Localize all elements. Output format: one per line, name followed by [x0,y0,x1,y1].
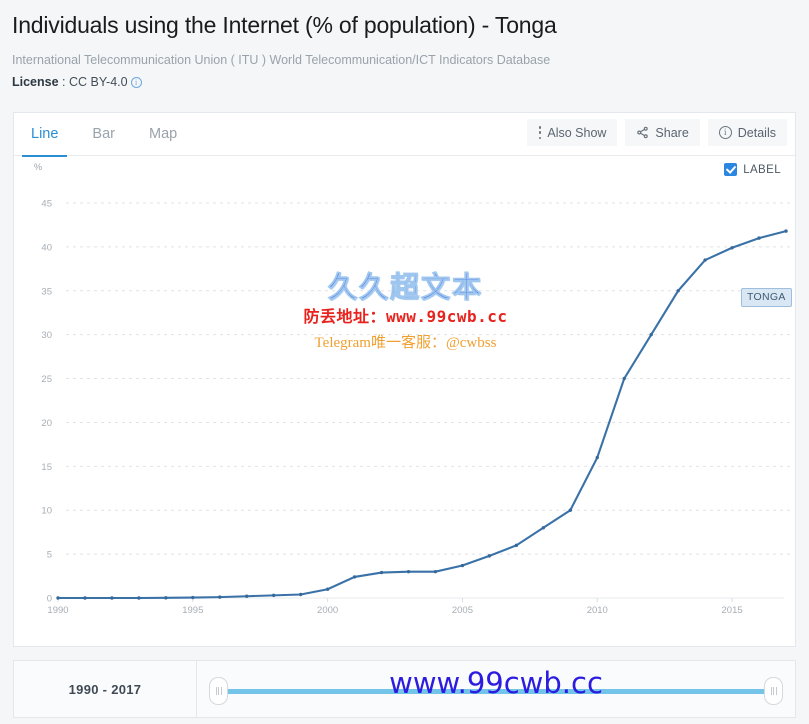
svg-text:2010: 2010 [587,605,608,616]
chart-toolbar: Line Bar Map Also Show Share i Details [14,113,795,157]
y-axis-ticks: 0 5 10 15 20 25 30 35 40 45 [41,199,52,605]
series-line-tonga [58,230,787,600]
svg-text:2000: 2000 [317,605,338,616]
tab-map[interactable]: Map [132,113,194,156]
time-range-slider[interactable]: www.99cwb.cc [196,660,795,718]
time-range-footer: 1990 - 2017 www.99cwb.cc [13,660,796,718]
svg-text:40: 40 [41,242,52,253]
details-label: Details [737,125,776,140]
svg-text:10: 10 [41,506,52,517]
svg-text:25: 25 [41,374,52,385]
details-button[interactable]: i Details [707,119,787,146]
svg-text:2015: 2015 [722,605,743,616]
tab-bar[interactable]: Bar [75,113,132,156]
info-circle-icon: i [718,126,732,139]
page-header: Individuals using the Internet (% of pop… [0,0,809,90]
svg-text:45: 45 [41,199,52,210]
license-value[interactable]: CC BY-4.0 [69,75,128,89]
series-points-tonga [56,229,788,600]
share-label: Share [655,125,689,140]
x-axis-ticks: 1990 1995 2000 2005 2010 2015 [47,598,743,616]
license-label: License [12,75,59,89]
svg-text:1995: 1995 [182,605,203,616]
slider-track[interactable] [225,689,767,694]
info-icon[interactable]: i [130,77,142,88]
range-start-handle[interactable] [209,677,228,705]
chart-type-tabs: Line Bar Map [14,113,194,157]
also-show-label: Also Show [547,125,607,140]
tab-line[interactable]: Line [14,113,75,157]
svg-text:0: 0 [47,594,52,605]
svg-text:5: 5 [47,550,52,561]
data-source-text: International Telecommunication Union ( … [12,53,551,67]
license-line: License : CC BY-4.0 i [12,74,797,90]
watermark-footer: www.99cwb.cc [389,666,603,700]
share-button[interactable]: Share [625,119,700,146]
svg-text:2005: 2005 [452,605,473,616]
share-icon [636,126,649,139]
chart-page: Individuals using the Internet (% of pop… [0,0,809,724]
chart-plot-area: % LABEL 0 5 10 15 20 25 30 35 40 45 1990 1995 2000 2… [14,156,797,646]
toolbar-actions: Also Show Share i Details [527,119,787,146]
series-badge-tonga[interactable]: TONGA [741,288,792,308]
svg-text:15: 15 [41,462,52,473]
svg-text:35: 35 [41,286,52,297]
chart-card: Line Bar Map Also Show Share i Details %… [13,112,796,647]
license-separator: : [58,75,69,89]
gridlines-group [66,202,794,555]
line-chart-svg: 0 5 10 15 20 25 30 35 40 45 1990 1995 2000 2005 2010 2… [41,199,794,616]
also-show-button[interactable]: Also Show [527,119,618,146]
page-title: Individuals using the Internet (% of pop… [12,12,557,38]
kebab-menu-icon [538,126,542,139]
range-end-handle[interactable] [764,677,783,705]
svg-text:1990: 1990 [47,605,68,616]
svg-text:30: 30 [41,330,52,341]
svg-text:20: 20 [41,418,52,429]
time-range-label: 1990 - 2017 [68,681,142,697]
